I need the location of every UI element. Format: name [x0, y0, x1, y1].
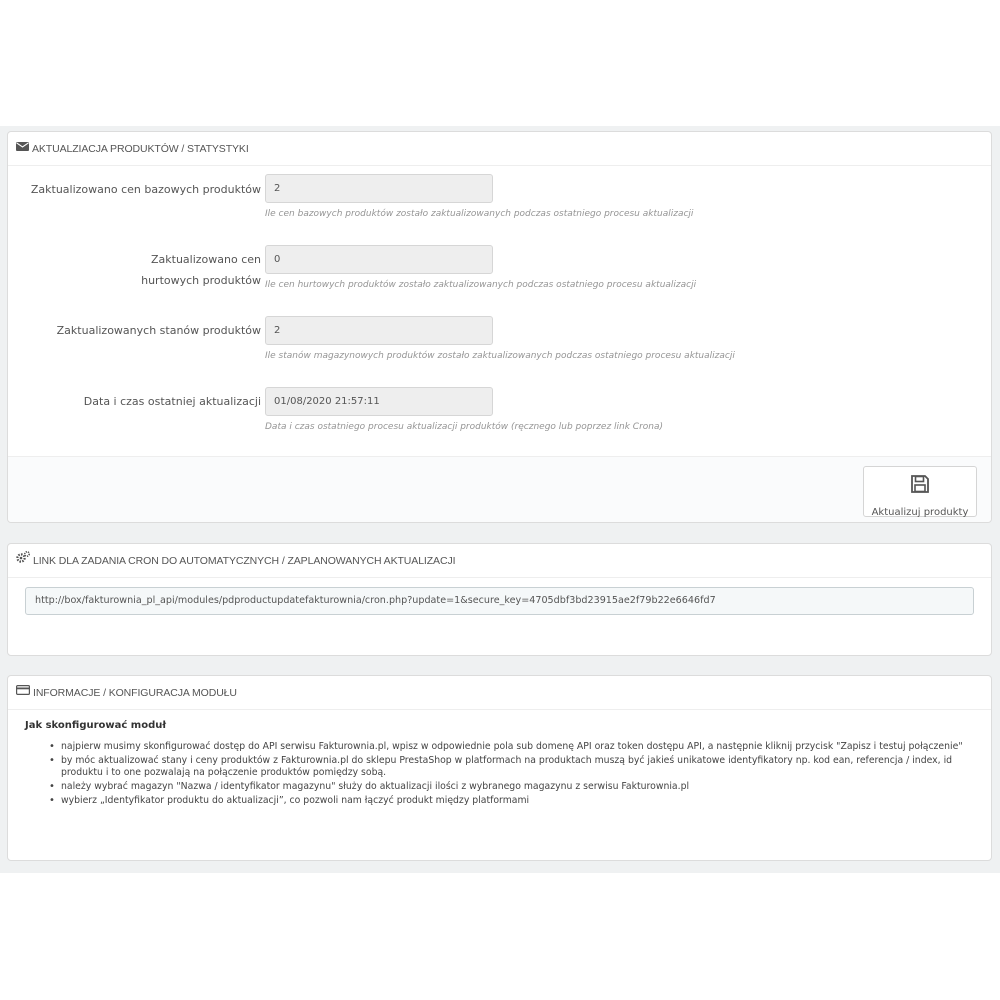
stats-panel-title: AKTUALZIACJA PRODUKTÓW / STATYSTYKI — [32, 143, 249, 155]
cron-panel: LINK DLA ZADANIA CRON DO AUTOMATYCZNYCH … — [7, 543, 992, 656]
list-item: należy wybrać magazyn "Nazwa / identyfik… — [49, 781, 971, 793]
field-help: Ile cen bazowych produktów zostało zaktu… — [265, 209, 694, 219]
field-label: Zaktualizowano cen hurtowych produktów — [141, 253, 261, 287]
list-item: najpierw musimy skonfigurować dostęp do … — [49, 741, 971, 753]
field-help: Ile stanów magazynowych produktów został… — [265, 351, 735, 361]
stats-panel: AKTUALZIACJA PRODUKTÓW / STATYSTYKI Zakt… — [7, 131, 992, 523]
update-products-button[interactable]: Aktualizuj produkty — [863, 466, 977, 518]
info-panel-title: INFORMACJE / KONFIGURACJA MODUŁU — [33, 687, 237, 699]
cron-panel-heading: LINK DLA ZADANIA CRON DO AUTOMATYCZNYCH … — [8, 544, 991, 578]
stats-panel-heading: AKTUALZIACJA PRODUKTÓW / STATYSTYKI — [8, 132, 991, 166]
last-update-input[interactable]: 01/08/2020 21:57:11 — [265, 387, 493, 416]
envelope-icon — [16, 131, 29, 165]
field-label: Zaktualizowano cen bazowych produktów — [30, 183, 261, 196]
update-products-label: Aktualizuj produkty — [871, 507, 969, 518]
cogs-icon — [16, 543, 31, 577]
stock-input[interactable]: 2 — [265, 316, 493, 345]
info-panel-heading: INFORMACJE / KONFIGURACJA MODUŁU — [8, 676, 991, 710]
list-item: by móc aktualizować stany i ceny produkt… — [49, 755, 971, 779]
field-label: Zaktualizowanych stanów produktów — [56, 324, 261, 337]
base-prices-input[interactable]: 2 — [265, 174, 493, 203]
field-help: Ile cen hurtowych produktów zostało zakt… — [265, 280, 697, 290]
cron-panel-title: LINK DLA ZADANIA CRON DO AUTOMATYCZNYCH … — [33, 555, 456, 567]
cron-link-field[interactable]: http://box/fakturownia_pl_api/modules/pd… — [25, 587, 974, 615]
info-subtitle: Jak skonfigurować moduł — [25, 720, 167, 731]
field-label: Data i czas ostatniej aktualizacji — [83, 395, 261, 408]
save-icon — [864, 474, 976, 498]
info-list: najpierw musimy skonfigurować dostęp do … — [49, 741, 971, 809]
credit-card-icon — [16, 675, 31, 709]
stats-panel-footer: Aktualizuj produkty — [8, 456, 991, 522]
list-item: wybierz „Identyfikator produktu do aktua… — [49, 795, 971, 807]
field-help: Data i czas ostatniego procesu aktualiza… — [265, 422, 664, 432]
wholesale-prices-input[interactable]: 0 — [265, 245, 493, 274]
info-panel: INFORMACJE / KONFIGURACJA MODUŁU Jak sko… — [7, 675, 992, 861]
